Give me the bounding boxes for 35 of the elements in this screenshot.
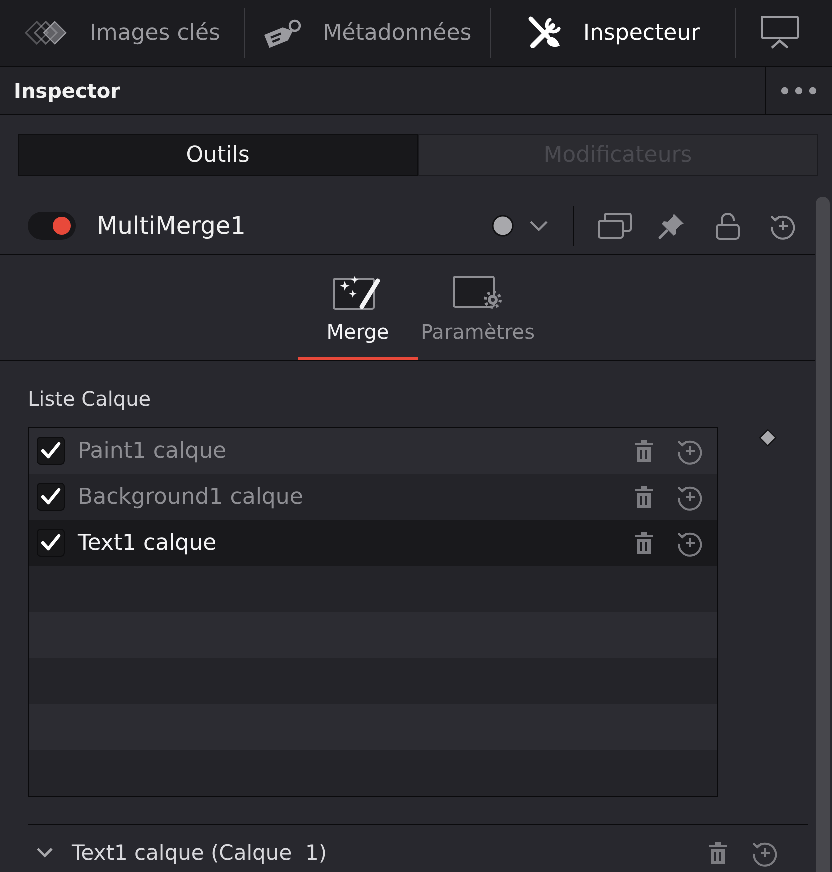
checkbox[interactable]: [37, 483, 65, 511]
monitor-icon[interactable]: [760, 15, 800, 51]
layer-name: Background1 calque: [78, 484, 304, 510]
overlapping-rectangles-icon[interactable]: [598, 212, 632, 238]
keyframe-diamond-icon[interactable]: [759, 429, 777, 447]
node-name: MultiMerge1: [97, 212, 246, 240]
layer-section-header[interactable]: Text1 calque (Calque 1): [36, 840, 328, 866]
checkbox[interactable]: [37, 529, 65, 557]
layer-row[interactable]: Background1 calque: [29, 474, 717, 520]
pin-icon[interactable]: [658, 212, 686, 240]
sub-tab[interactable]: Paramètres: [418, 265, 538, 360]
layer-row[interactable]: Paint1 calque: [29, 428, 717, 474]
trash-icon[interactable]: [634, 439, 654, 463]
checkbox[interactable]: [37, 437, 65, 465]
top-tab[interactable]: Métadonnées: [245, 0, 490, 66]
tag-icon: [263, 18, 304, 48]
sub-tab[interactable]: Merge: [298, 265, 418, 360]
trash-icon[interactable]: [634, 485, 654, 509]
node-toggle[interactable]: [28, 212, 76, 240]
top-tab[interactable]: Inspecteur: [490, 0, 735, 66]
chevron-down-icon[interactable]: [529, 220, 549, 232]
layer-list-label: Liste Calque: [28, 386, 152, 412]
color-dot-icon[interactable]: [492, 214, 514, 236]
top-tab[interactable]: Images clés: [0, 0, 244, 66]
layer-name: Text1 calque: [78, 530, 217, 556]
more-icon[interactable]: [781, 86, 817, 94]
layer-row[interactable]: Text1 calque: [29, 520, 717, 566]
padlock-icon[interactable]: [715, 212, 741, 240]
trash-icon[interactable]: [708, 841, 728, 865]
trash-icon[interactable]: [634, 531, 654, 555]
layer-name: Paint1 calque: [78, 438, 227, 464]
panel-title: Inspector: [14, 78, 120, 102]
screen-gear-icon: [452, 273, 504, 311]
mode-tab[interactable]: Outils: [18, 134, 418, 176]
scrollbar-thumb[interactable]: [816, 197, 830, 872]
